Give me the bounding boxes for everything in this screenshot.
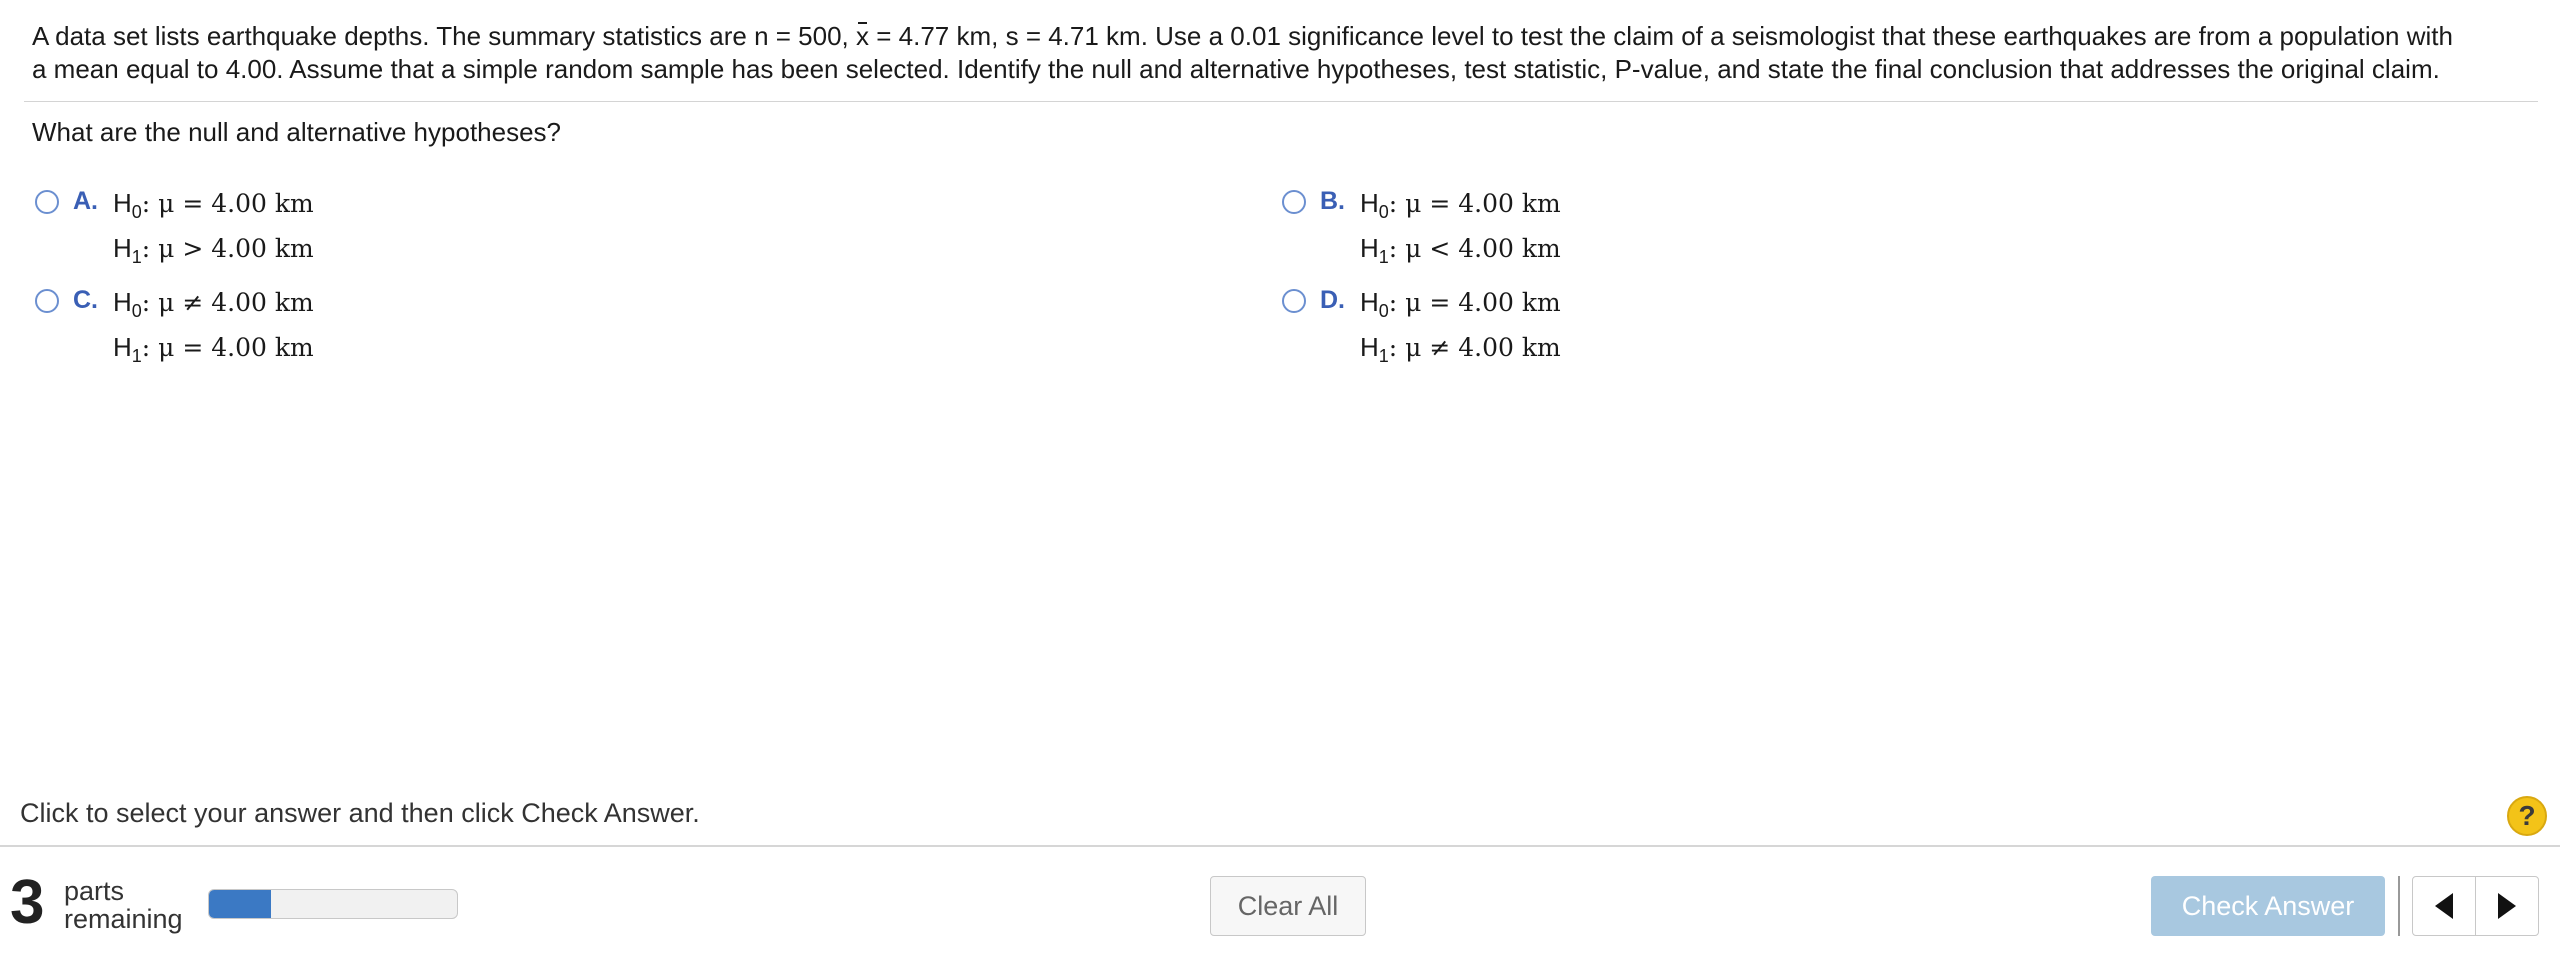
option-c-null-hypothesis: H0: μ ≠ 4.00 km (113, 281, 314, 326)
option-d-alt-hypothesis: H1: μ ≠ 4.00 km (1360, 326, 1561, 371)
parts-remaining-count: 3 (10, 868, 45, 937)
h1-statement: : μ < 4.00 km (1388, 234, 1561, 263)
h0-statement: : μ ≠ 4.00 km (141, 288, 314, 317)
option-b-alt-hypothesis: H1: μ < 4.00 km (1360, 227, 1561, 272)
h1-subscript: 1 (1378, 346, 1389, 366)
option-a-null-hypothesis: H0: μ = 4.00 km (113, 182, 314, 227)
option-a[interactable]: A. H0: μ = 4.00 km H1: μ > 4.00 km (35, 187, 314, 272)
clear-all-button[interactable]: Clear All (1210, 876, 1366, 936)
parts-remaining-label: parts remaining (64, 877, 183, 933)
footer-divider (0, 845, 2560, 847)
h1-letter: H (113, 332, 132, 362)
h1-subscript: 1 (1378, 247, 1389, 267)
option-b-null-hypothesis: H0: μ = 4.00 km (1360, 182, 1561, 227)
question-text: A data set lists earthquake depths. The … (32, 20, 2472, 86)
triangle-left-icon (2435, 893, 2453, 919)
option-b-letter: B. (1320, 187, 1345, 215)
h1-statement: : μ > 4.00 km (141, 234, 314, 263)
h1-statement: : μ = 4.00 km (141, 333, 314, 362)
parts-label-line1: parts (64, 876, 125, 906)
question-page: A data set lists earthquake depths. The … (0, 0, 2560, 956)
h1-subscript: 1 (131, 346, 142, 366)
h0-subscript: 0 (131, 202, 142, 222)
sub-question-prompt: What are the null and alternative hypoth… (32, 117, 562, 147)
h0-letter: H (113, 287, 132, 317)
h0-statement: : μ = 4.00 km (141, 189, 314, 218)
help-icon[interactable]: ? (2507, 796, 2547, 836)
option-b-radio[interactable] (1282, 190, 1306, 214)
h0-subscript: 0 (1378, 301, 1389, 321)
option-b[interactable]: B. H0: μ = 4.00 km H1: μ < 4.00 km (1282, 187, 1561, 272)
option-d-radio[interactable] (1282, 289, 1306, 313)
option-c-letter: C. (73, 286, 98, 314)
instruction-text: Click to select your answer and then cli… (20, 798, 700, 828)
h0-statement: : μ = 4.00 km (1388, 189, 1561, 218)
parts-progress-bar (208, 889, 458, 919)
option-c-hypotheses: H0: μ ≠ 4.00 km H1: μ = 4.00 km (113, 281, 314, 371)
previous-button[interactable] (2412, 876, 2476, 936)
h1-letter: H (1360, 332, 1379, 362)
option-c[interactable]: C. H0: μ ≠ 4.00 km H1: μ = 4.00 km (35, 286, 314, 371)
option-a-alt-hypothesis: H1: μ > 4.00 km (113, 227, 314, 272)
h0-letter: H (1360, 188, 1379, 218)
h1-letter: H (1360, 233, 1379, 263)
triangle-right-icon (2498, 893, 2516, 919)
parts-progress-fill (209, 890, 271, 918)
xbar-symbol: x (856, 21, 870, 51)
next-button[interactable] (2475, 876, 2539, 936)
option-d-hypotheses: H0: μ = 4.00 km H1: μ ≠ 4.00 km (1360, 281, 1561, 371)
option-a-letter: A. (73, 187, 98, 215)
h1-statement: : μ ≠ 4.00 km (1388, 333, 1561, 362)
nav-separator (2398, 876, 2400, 936)
option-a-hypotheses: H0: μ = 4.00 km H1: μ > 4.00 km (113, 182, 314, 272)
h0-letter: H (1360, 287, 1379, 317)
h1-subscript: 1 (131, 247, 142, 267)
parts-label-line2: remaining (64, 904, 183, 934)
h0-letter: H (113, 188, 132, 218)
question-text-part1: A data set lists earthquake depths. The … (32, 21, 849, 51)
option-c-alt-hypothesis: H1: μ = 4.00 km (113, 326, 314, 371)
question-divider (24, 101, 2538, 102)
option-d[interactable]: D. H0: μ = 4.00 km H1: μ ≠ 4.00 km (1282, 286, 1561, 371)
h0-subscript: 0 (131, 301, 142, 321)
option-c-radio[interactable] (35, 289, 59, 313)
option-b-hypotheses: H0: μ = 4.00 km H1: μ < 4.00 km (1360, 182, 1561, 272)
option-d-null-hypothesis: H0: μ = 4.00 km (1360, 281, 1561, 326)
h0-statement: : μ = 4.00 km (1388, 288, 1561, 317)
check-answer-button[interactable]: Check Answer (2151, 876, 2385, 936)
h1-letter: H (113, 233, 132, 263)
option-a-radio[interactable] (35, 190, 59, 214)
h0-subscript: 0 (1378, 202, 1389, 222)
option-d-letter: D. (1320, 286, 1345, 314)
